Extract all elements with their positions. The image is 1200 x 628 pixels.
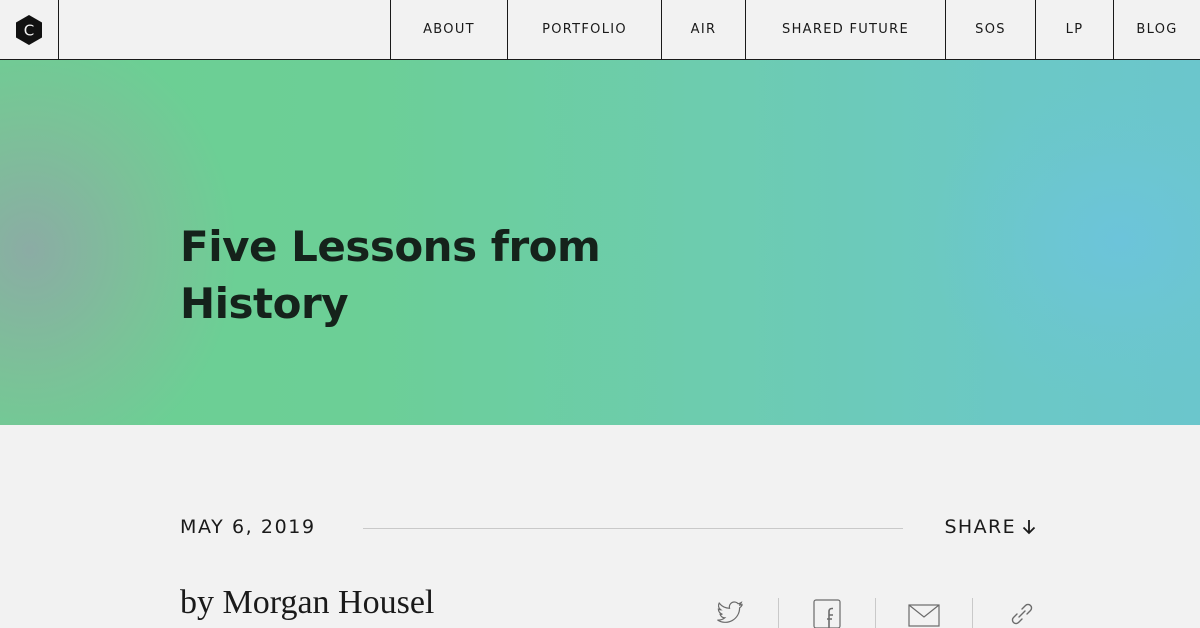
nav-item-label: SHARED FUTURE [782, 22, 909, 37]
author-byline: by Morgan Housel [180, 584, 435, 621]
nav-item-label: BLOG [1136, 22, 1178, 37]
nav-item-label: PORTFOLIO [542, 22, 627, 37]
share-facebook-button[interactable] [807, 598, 847, 628]
email-icon [908, 604, 940, 627]
nav-item-shared-future[interactable]: SHARED FUTURE [745, 0, 945, 59]
nav-item-portfolio[interactable]: PORTFOLIO [507, 0, 661, 59]
share-email-button[interactable] [904, 598, 944, 628]
page-title: Five Lessons from History [180, 222, 601, 328]
nav-item-sos[interactable]: SOS [945, 0, 1035, 59]
social-divider [778, 598, 779, 628]
social-share-bar [710, 598, 1041, 628]
link-icon [1011, 603, 1033, 625]
hexagon-logo-icon: C [16, 14, 42, 45]
share-twitter-button[interactable] [710, 598, 750, 628]
nav-item-blog[interactable]: BLOG [1113, 0, 1200, 59]
nav-item-label: AIR [690, 22, 717, 37]
nav-item-air[interactable]: AIR [661, 0, 745, 59]
social-divider [972, 598, 973, 628]
hero-banner: Five Lessons from History [0, 60, 1200, 425]
arrow-down-icon [1022, 520, 1036, 535]
social-divider [875, 598, 876, 628]
nav-item-lp[interactable]: LP [1035, 0, 1113, 59]
hero-gradient-right [930, 80, 1200, 400]
meta-divider [363, 528, 903, 529]
nav-item-label: LP [1065, 22, 1084, 37]
article-meta: MAY 6, 2019 SHARE [180, 516, 1036, 542]
copy-link-button[interactable] [1001, 598, 1041, 628]
top-navigation: C ABOUT PORTFOLIO AIR SHARED FUTURE SOS … [0, 0, 1200, 60]
main-menu: ABOUT PORTFOLIO AIR SHARED FUTURE SOS LP… [390, 0, 1200, 59]
facebook-icon [813, 599, 841, 628]
share-label: SHARE [944, 516, 1016, 538]
nav-item-label: SOS [975, 22, 1006, 37]
logo-link[interactable]: C [0, 0, 59, 59]
logo-letter: C [24, 21, 34, 39]
nav-item-about[interactable]: ABOUT [390, 0, 507, 59]
nav-item-label: ABOUT [423, 22, 475, 37]
twitter-icon [717, 601, 743, 623]
share-button[interactable]: SHARE [944, 516, 1036, 538]
publish-date: MAY 6, 2019 [180, 516, 316, 538]
